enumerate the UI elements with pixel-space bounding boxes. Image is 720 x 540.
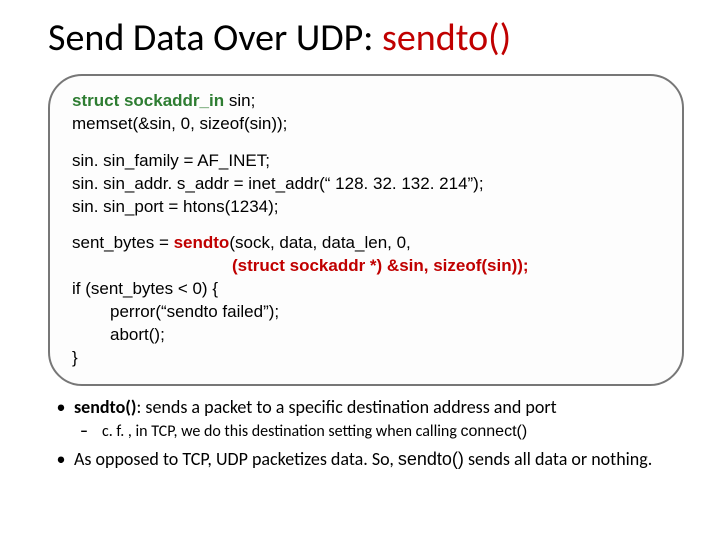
- code-line: sin. sin_port = htons(1234);: [72, 196, 660, 219]
- slide-title: Send Data Over UDP: sendto(): [48, 18, 684, 60]
- dash-icon: –: [80, 422, 102, 443]
- bullet-item: • sendto(): sends a packet to a specific…: [48, 396, 684, 419]
- code-line: if (sent_bytes < 0) {: [72, 278, 660, 301]
- bullet-text: sendto(): sends a packet to a specific d…: [74, 396, 684, 419]
- code-line: memset(&sin, 0, sizeof(sin));: [72, 113, 660, 136]
- code-box: struct sockaddr_in sin; memset(&sin, 0, …: [48, 74, 684, 386]
- code-line: struct sockaddr_in sin;: [72, 90, 660, 113]
- code-keyword: struct sockaddr_in: [72, 91, 224, 110]
- code-emph: (struct sockaddr *) &sin, sizeof(sin));: [72, 255, 660, 278]
- code-block-1: struct sockaddr_in sin; memset(&sin, 0, …: [72, 90, 660, 136]
- code-line: abort();: [72, 324, 660, 347]
- bullet-item: • As opposed to TCP, UDP packetizes data…: [48, 448, 684, 471]
- bullet-list: • sendto(): sends a packet to a specific…: [48, 396, 684, 472]
- bullet-dot-icon: •: [48, 396, 74, 419]
- code-block-3: sent_bytes = sendto(sock, data, data_len…: [72, 232, 660, 370]
- code-line: sin. sin_family = AF_INET;: [72, 150, 660, 173]
- sub-bullet-item: – c. f. , in TCP, we do this destination…: [80, 422, 684, 443]
- code-line: sent_bytes = sendto(sock, data, data_len…: [72, 232, 660, 255]
- bullet-text: As opposed to TCP, UDP packetizes data. …: [74, 448, 684, 471]
- code-line: (struct sockaddr *) &sin, sizeof(sin));: [72, 255, 660, 278]
- title-fn: sendto(): [382, 15, 511, 61]
- title-prefix: Send Data Over UDP:: [48, 15, 382, 61]
- code-line: sin. sin_addr. s_addr = inet_addr(“ 128.…: [72, 173, 660, 196]
- code-line: perror(“sendto failed”);: [72, 301, 660, 324]
- bullet-dot-icon: •: [48, 448, 74, 471]
- code-emph: sendto: [174, 233, 230, 252]
- code-block-2: sin. sin_family = AF_INET; sin. sin_addr…: [72, 150, 660, 219]
- sub-bullet-text: c. f. , in TCP, we do this destination s…: [102, 422, 684, 443]
- code-line: }: [72, 347, 660, 370]
